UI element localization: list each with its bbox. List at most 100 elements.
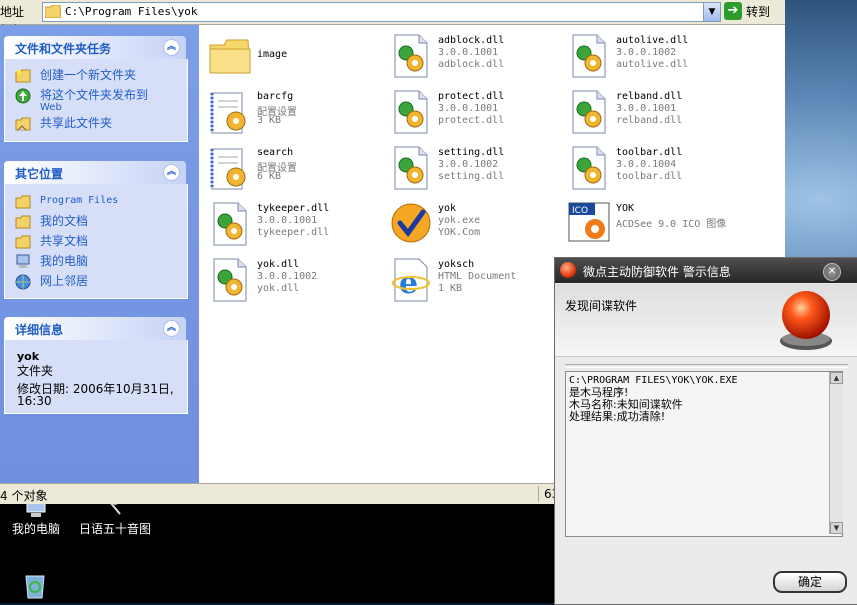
dll-icon bbox=[567, 145, 611, 191]
scroll-up-icon[interactable]: ▲ bbox=[830, 372, 843, 384]
file-item[interactable]: barcfg 配置设置 3 KB bbox=[208, 89, 378, 139]
file-name: relband.dll bbox=[616, 91, 683, 102]
file-item[interactable]: setting.dll 3.0.0.1002 setting.dll bbox=[389, 145, 559, 195]
file-detail-2: autolive.dll bbox=[616, 59, 689, 70]
file-item[interactable]: toolbar.dll 3.0.0.1004 toolbar.dll bbox=[567, 145, 737, 195]
file-name: yoksch bbox=[438, 259, 475, 270]
address-bar: 地址(D) C:\Program Files\yok ▼ ➔ 转到 bbox=[0, 0, 785, 37]
file-detail-2: 6 KB bbox=[257, 171, 282, 182]
ok-button[interactable]: 确定 bbox=[773, 571, 847, 593]
go-arrow-icon: ➔ bbox=[724, 2, 742, 20]
log-scrollbar[interactable]: ▲ ▼ bbox=[829, 372, 843, 534]
panel-title: 其它位置 bbox=[15, 167, 64, 181]
ico-image-icon: ICO bbox=[567, 201, 611, 247]
dll-icon bbox=[208, 201, 252, 247]
recycle-bin-icon bbox=[25, 575, 45, 599]
panel-body-details: yok 文件夹 修改日期: 2006年10月31日, 16:30 bbox=[4, 340, 188, 414]
file-item[interactable]: tykeeper.dll 3.0.0.1001 tykeeper.dll bbox=[208, 201, 378, 251]
details-type: 文件夹 bbox=[17, 364, 54, 378]
file-name: autolive.dll bbox=[616, 35, 689, 46]
new-folder-icon bbox=[15, 69, 31, 83]
file-item[interactable]: yok.dll 3.0.0.1002 yok.dll bbox=[208, 257, 378, 307]
address-input[interactable]: C:\Program Files\yok bbox=[42, 2, 720, 22]
go-label: 转到 bbox=[746, 5, 771, 19]
file-detail: 3.0.0.1002 bbox=[438, 159, 499, 170]
panel-title: 文件和文件夹任务 bbox=[15, 42, 112, 56]
file-detail: 3.0.0.1001 bbox=[438, 47, 499, 58]
file-detail: yok.exe bbox=[438, 215, 481, 226]
collapse-icon[interactable]: ︽ bbox=[163, 39, 180, 56]
file-item[interactable]: protect.dll 3.0.0.1001 protect.dll bbox=[389, 89, 559, 139]
file-name: yok.dll bbox=[257, 259, 300, 270]
alarm-light-icon bbox=[780, 291, 832, 350]
file-item[interactable]: adblock.dll 3.0.0.1001 adblock.dll bbox=[389, 33, 559, 83]
file-name: search bbox=[257, 147, 294, 158]
folder-icon bbox=[45, 5, 61, 18]
details-modified-time: 16:30 bbox=[17, 394, 52, 408]
file-item[interactable]: ICO YOK ACDSee 9.0 ICO 图像 bbox=[567, 201, 737, 251]
file-item[interactable]: yok yok.exe YOK.Com bbox=[389, 201, 559, 251]
panel-header-file-tasks[interactable]: 文件和文件夹任务 ︽ bbox=[4, 36, 186, 59]
panel-header-details[interactable]: 详细信息 ︽ bbox=[4, 317, 186, 340]
config-file-icon bbox=[208, 145, 252, 191]
panel-body-file-tasks: 创建一个新文件夹 将这个文件夹发布到 Web 共享此文件夹 bbox=[4, 59, 188, 142]
desktop-icon-my-computer[interactable]: 我的电脑 bbox=[8, 500, 64, 537]
dialog-header: 发现间谍软件 bbox=[555, 284, 857, 357]
app-logo-icon bbox=[560, 262, 576, 278]
file-detail-2: 3 KB bbox=[257, 115, 282, 126]
dll-icon bbox=[389, 33, 433, 79]
file-detail-2: adblock.dll bbox=[438, 59, 505, 70]
log-line: 处理结果:成功清除! bbox=[569, 410, 666, 423]
dialog-message: 发现间谍软件 bbox=[565, 299, 638, 313]
file-detail-2: 1 KB bbox=[438, 283, 463, 294]
panel-title: 详细信息 bbox=[15, 323, 64, 337]
file-detail: 3.0.0.1001 bbox=[438, 103, 499, 114]
panel-header-other-places[interactable]: 其它位置 ︽ bbox=[4, 161, 186, 184]
dialog-log-textarea[interactable]: C:\PROGRAM FILES\YOK\YOK.EXE 是木马程序! 木马名称:未… bbox=[565, 371, 843, 537]
file-detail-2: toolbar.dll bbox=[616, 171, 683, 182]
publish-web-icon bbox=[15, 88, 31, 104]
svg-text:e: e bbox=[399, 266, 418, 301]
dll-icon bbox=[208, 257, 252, 303]
desktop-icon-recycle-bin[interactable] bbox=[18, 570, 52, 603]
file-name: yok bbox=[438, 203, 457, 214]
address-label: 地址(D) bbox=[0, 5, 25, 37]
file-item[interactable]: image bbox=[208, 33, 378, 83]
chevron-down-icon: ▼ bbox=[708, 7, 716, 17]
file-detail: 3.0.0.1002 bbox=[257, 271, 318, 282]
file-detail: 3.0.0.1002 bbox=[616, 47, 677, 58]
file-item[interactable]: autolive.dll 3.0.0.1002 autolive.dll bbox=[567, 33, 737, 83]
file-name: image bbox=[257, 49, 288, 60]
dialog-title-bar[interactable]: 微点主动防御软件 警示信息 ✕ bbox=[555, 258, 857, 283]
dll-icon bbox=[567, 33, 611, 79]
task-pane: 文件和文件夹任务 ︽ 创建一个新文件夹 将这个文件夹发布到 Web 共享此文件夹… bbox=[0, 25, 199, 483]
go-button[interactable]: ➔ 转到 bbox=[724, 2, 778, 22]
file-name: tykeeper.dll bbox=[257, 203, 330, 214]
collapse-icon[interactable]: ︽ bbox=[163, 164, 180, 181]
dialog-title: 微点主动防御软件 警示信息 bbox=[583, 265, 731, 279]
desktop-icon-japanese-chart[interactable]: 日语五十音图 bbox=[78, 500, 152, 537]
dll-icon bbox=[567, 89, 611, 135]
close-button[interactable]: ✕ bbox=[823, 263, 841, 281]
file-detail: 3.0.0.1001 bbox=[257, 215, 318, 226]
scroll-down-icon[interactable]: ▼ bbox=[830, 522, 843, 534]
file-detail-2: YOK.Com bbox=[438, 227, 481, 238]
collapse-icon[interactable]: ︽ bbox=[163, 320, 180, 337]
share-folder-icon bbox=[15, 117, 31, 131]
file-name: toolbar.dll bbox=[616, 147, 683, 158]
dialog-separator bbox=[565, 364, 848, 368]
file-detail: HTML Document bbox=[438, 271, 517, 282]
network-icon bbox=[15, 274, 31, 290]
desktop-icon-label: 我的电脑 bbox=[11, 522, 60, 536]
address-path: C:\Program Files\yok bbox=[65, 5, 198, 18]
file-item[interactable]: search 配置设置 6 KB bbox=[208, 145, 378, 195]
file-item[interactable]: relband.dll 3.0.0.1001 relband.dll bbox=[567, 89, 737, 139]
my-documents-icon bbox=[15, 215, 31, 229]
file-item[interactable]: e yoksch HTML Document 1 KB bbox=[389, 257, 559, 307]
dll-icon bbox=[389, 145, 433, 191]
file-name: barcfg bbox=[257, 91, 294, 102]
file-name: setting.dll bbox=[438, 147, 505, 158]
file-detail-2: protect.dll bbox=[438, 115, 505, 126]
status-separator bbox=[538, 486, 539, 502]
address-dropdown-button[interactable]: ▼ bbox=[703, 2, 721, 22]
